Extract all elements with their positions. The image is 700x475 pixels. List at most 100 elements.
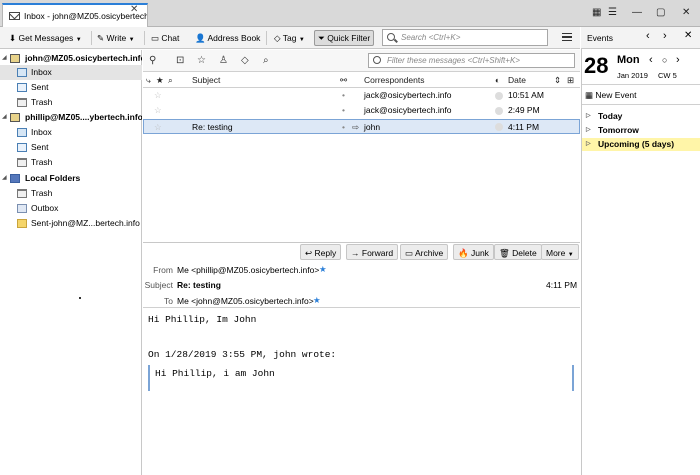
folder-sent-john-local[interactable]: Sent-john@MZ...bertech.info <box>0 216 142 231</box>
more-label: More <box>546 248 566 258</box>
junk-column-icon[interactable]: ◐ <box>495 75 500 85</box>
folder-sent-phillip[interactable]: Sent <box>0 140 142 155</box>
write-button[interactable]: ✎ Write ▼ <box>94 30 138 46</box>
more-button[interactable]: More ▼ <box>541 244 579 260</box>
events-tomorrow[interactable]: ▷ Tomorrow <box>582 124 700 137</box>
subject-value: Re: testing <box>177 280 221 290</box>
prev-date-icon[interactable]: ‹ <box>649 54 653 66</box>
chevron-down-icon: ▼ <box>75 37 82 43</box>
next-day-icon[interactable]: › <box>663 30 667 42</box>
thread-column-icon[interactable]: ⤷ <box>146 75 151 86</box>
app-menu-icon[interactable] <box>562 33 572 41</box>
search-input[interactable]: Search <Ctrl+K> <box>382 29 548 46</box>
star-icon[interactable]: ☆ <box>154 88 162 103</box>
account-label: Local Folders <box>25 173 81 183</box>
contact-star-icon[interactable]: ★ <box>313 295 321 306</box>
archive-label: Archive <box>414 248 444 258</box>
forward-button[interactable]: → Forward <box>346 244 399 260</box>
table-row-selected[interactable]: ☆ Re: testing • ⇨ john 4:11 PM <box>143 119 580 134</box>
folder-icon <box>17 219 27 228</box>
read-column-icon[interactable]: ⚯ <box>340 75 347 86</box>
unread-filter-icon[interactable]: ⊡ <box>176 56 184 66</box>
filter-messages-input[interactable]: Filter these messages <Ctrl+Shift+K> <box>368 53 575 68</box>
junk-status-icon[interactable] <box>495 92 503 100</box>
chat-label: Chat <box>161 33 180 43</box>
table-row[interactable]: ☆ • jack@osicybertech.info 2:49 PM <box>143 103 580 118</box>
account-phillip[interactable]: ◢ phillip@MZ05....ybertech.info <box>0 110 142 125</box>
folder-trash-john[interactable]: Trash <box>0 95 142 110</box>
maximize-icon[interactable]: ▢ <box>656 7 665 18</box>
folder-label: Outbox <box>31 203 59 213</box>
table-row[interactable]: ☆ • jack@osicybertech.info 10:51 AM <box>143 88 580 103</box>
starred-filter-icon[interactable]: ☆ <box>197 56 206 66</box>
date-column-header[interactable]: Date <box>508 75 526 85</box>
attachment-filter-icon[interactable]: ⌕ <box>263 56 269 66</box>
star-icon[interactable]: ☆ <box>154 103 162 118</box>
events-upcoming[interactable]: ▷ Upcoming (5 days) <box>582 138 700 151</box>
local-folders[interactable]: ◢ Local Folders <box>0 171 142 186</box>
sent-icon <box>17 83 27 92</box>
close-window-icon[interactable]: ✕ <box>682 7 690 18</box>
reply-button[interactable]: ↩ Reply <box>300 244 342 260</box>
tag-button[interactable]: ◇ Tag ▼ <box>271 30 308 46</box>
inbox-icon <box>17 68 27 77</box>
junk-button[interactable]: 🔥 Junk <box>453 244 494 260</box>
junk-status-icon[interactable] <box>495 123 503 131</box>
tag-filter-icon[interactable]: ◇ <box>241 56 249 66</box>
minimize-icon[interactable]: — <box>632 7 642 18</box>
today-circle-icon[interactable]: ○ <box>662 55 667 65</box>
to-label: To <box>164 296 173 306</box>
folder-inbox-phillip[interactable]: Inbox <box>0 125 142 140</box>
tab-inbox[interactable]: Inbox - john@MZ05.osicybertech.info <box>2 3 148 27</box>
sticky-pin-icon[interactable]: ⚲ <box>149 56 156 66</box>
write-label: Write <box>106 33 127 43</box>
events-today[interactable]: ▷ Today <box>582 110 700 123</box>
star-icon[interactable]: ☆ <box>154 120 162 135</box>
next-date-icon[interactable]: › <box>676 54 680 66</box>
folder-trash-local[interactable]: Trash <box>0 186 142 201</box>
read-dot-icon[interactable]: • <box>342 103 345 118</box>
chevron-down-icon: ▼ <box>298 37 305 43</box>
search-placeholder: Search <Ctrl+K> <box>401 33 461 42</box>
folder-outbox-local[interactable]: Outbox <box>0 201 142 216</box>
computer-icon <box>10 174 20 183</box>
folder-inbox-john[interactable]: Inbox <box>0 65 142 80</box>
subject-column-header[interactable]: Subject <box>192 75 220 85</box>
contact-star-icon[interactable]: ★ <box>319 264 327 275</box>
get-messages-button[interactable]: ⬇ Get Messages ▼ <box>6 30 85 46</box>
folder-sent-john[interactable]: Sent <box>0 80 142 95</box>
star-column-icon[interactable]: ★ <box>156 75 164 86</box>
folder-trash-phillip[interactable]: Trash <box>0 155 142 170</box>
delete-button[interactable]: 🗑 Delete <box>494 244 542 260</box>
folder-label: Inbox <box>31 67 52 77</box>
quick-filter-button[interactable]: ⏷ Quick Filter <box>314 30 375 46</box>
date-weekday: Mon <box>617 54 640 66</box>
prev-day-icon[interactable]: ‹ <box>646 30 650 42</box>
chat-button[interactable]: ▭ Chat <box>148 30 182 46</box>
quick-filter-label: Quick Filter <box>327 33 371 43</box>
account-john[interactable]: ◢ john@MZ05.osicybertech.info <box>0 51 142 66</box>
junk-icon: 🔥 <box>458 248 469 258</box>
from-value[interactable]: Me <phillip@MZ05.osicybertech.info> <box>177 265 319 275</box>
contact-filter-icon[interactable]: ♙ <box>219 56 228 66</box>
calendar-icon[interactable]: ▦ <box>592 7 601 18</box>
read-dot-icon[interactable]: • <box>342 120 345 135</box>
junk-label: Junk <box>470 248 489 258</box>
address-book-label: Address Book <box>207 33 261 43</box>
read-dot-icon[interactable]: • <box>342 88 345 103</box>
address-book-button[interactable]: 👤 Address Book <box>192 30 263 46</box>
archive-button[interactable]: ▭ Archive <box>400 244 449 260</box>
column-picker-icon[interactable]: ⊞ <box>567 75 574 86</box>
folder-label: Trash <box>31 97 53 107</box>
close-tab-icon[interactable]: ✕ <box>130 4 138 15</box>
new-event-button[interactable]: ▦ New Event <box>585 90 637 101</box>
correspondents-column-header[interactable]: Correspondents <box>364 75 424 85</box>
chevron-down-icon: ▼ <box>128 37 135 43</box>
archive-icon: ▭ <box>405 248 414 258</box>
sort-icon[interactable]: ⇕ <box>554 75 561 86</box>
to-value[interactable]: Me <john@MZ05.osicybertech.info> <box>177 296 314 306</box>
tasks-icon[interactable]: ☰ <box>608 7 617 18</box>
close-events-icon[interactable]: ✕ <box>684 30 692 41</box>
junk-status-icon[interactable] <box>495 107 503 115</box>
attachment-column-icon[interactable]: ⌕ <box>168 75 173 86</box>
